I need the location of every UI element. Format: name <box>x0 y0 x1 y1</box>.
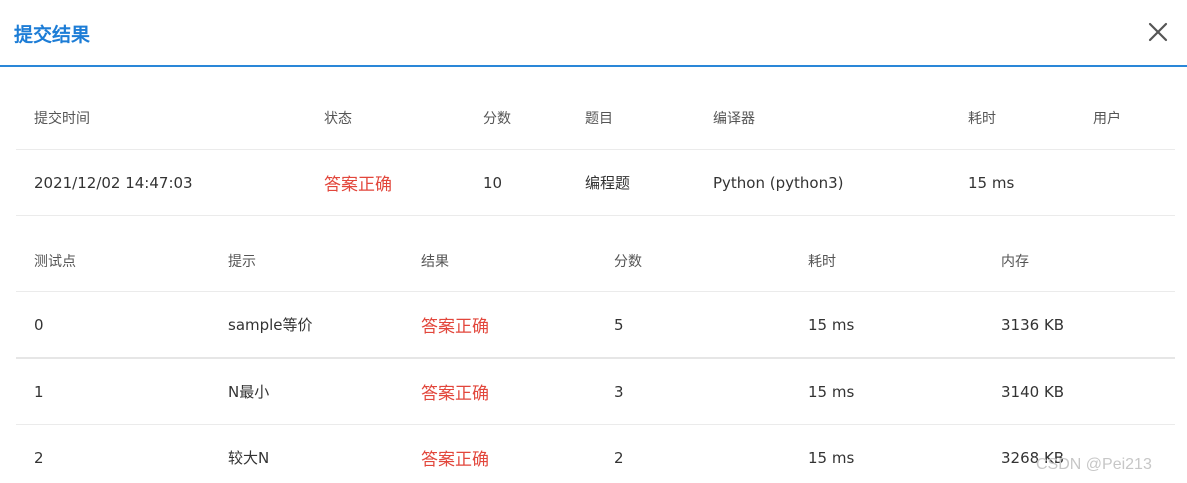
compiler-value: Python (python3) <box>713 173 844 192</box>
header-result: 结果 <box>421 253 449 270</box>
dialog-title: 提交结果 <box>14 24 91 46</box>
testcase-result: 答案正确 <box>421 317 489 337</box>
problem-link[interactable]: 编程题 <box>585 150 630 215</box>
header-duration: 耗时 <box>968 110 996 127</box>
header-compiler: 编译器 <box>713 110 755 127</box>
testcase-memory: 3136 KB <box>1001 315 1065 334</box>
testcase-memory: 3140 KB <box>1001 382 1065 401</box>
header-testcase: 测试点 <box>34 253 76 270</box>
testcase-score: 3 <box>614 382 624 401</box>
table-row: 1 N最小 答案正确 3 15 ms 3140 KB <box>16 359 1175 425</box>
header-tc-score: 分数 <box>614 253 642 270</box>
header-memory: 内存 <box>1001 253 1029 270</box>
close-icon[interactable] <box>1146 20 1170 44</box>
header-submit-time: 提交时间 <box>34 110 90 127</box>
header-user: 用户 <box>1093 110 1121 127</box>
testcase-header-row: 测试点 提示 结果 分数 耗时 内存 <box>16 230 1175 292</box>
testcase-hint: 较大N <box>228 449 270 467</box>
header-problem: 题目 <box>585 110 613 127</box>
testcase-id: 0 <box>34 315 44 334</box>
testcase-memory: 3268 KB <box>1001 448 1065 467</box>
dialog-header: 提交结果 <box>0 0 1187 67</box>
score-value: 10 <box>483 173 503 192</box>
header-score: 分数 <box>483 110 511 127</box>
header-tc-time: 耗时 <box>808 253 836 270</box>
testcase-result: 答案正确 <box>421 384 489 404</box>
testcase-id: 2 <box>34 448 44 467</box>
testcase-score: 5 <box>614 315 624 334</box>
testcase-hint: N最小 <box>228 383 270 401</box>
header-status: 状态 <box>324 110 352 127</box>
summary-header-row: 提交时间 状态 分数 题目 编译器 耗时 用户 <box>16 86 1175 150</box>
submit-time: 2021/12/02 14:47:03 <box>34 173 193 192</box>
testcase-score: 2 <box>614 448 624 467</box>
testcase-time: 15 ms <box>808 448 855 467</box>
submission-result-dialog: 提交结果 提交时间 状态 分数 题目 编译器 耗时 用户 2021/12/02 … <box>0 0 1187 483</box>
testcase-id: 1 <box>34 382 44 401</box>
watermark-text: CSDN @Pei213 <box>1036 456 1152 473</box>
testcase-time: 15 ms <box>808 315 855 334</box>
table-row: 0 sample等价 答案正确 5 15 ms 3136 KB <box>16 292 1175 359</box>
header-hint: 提示 <box>228 253 256 270</box>
summary-data-row: 2021/12/02 14:47:03 答案正确 10 编程题 Python (… <box>16 150 1175 216</box>
testcase-time: 15 ms <box>808 382 855 401</box>
status-text: 答案正确 <box>324 175 392 195</box>
testcase-hint: sample等价 <box>228 316 313 334</box>
duration-value: 15 ms <box>968 173 1015 192</box>
table-row: 2 较大N 答案正确 2 15 ms 3268 KB <box>16 425 1175 483</box>
testcase-result: 答案正确 <box>421 450 489 470</box>
